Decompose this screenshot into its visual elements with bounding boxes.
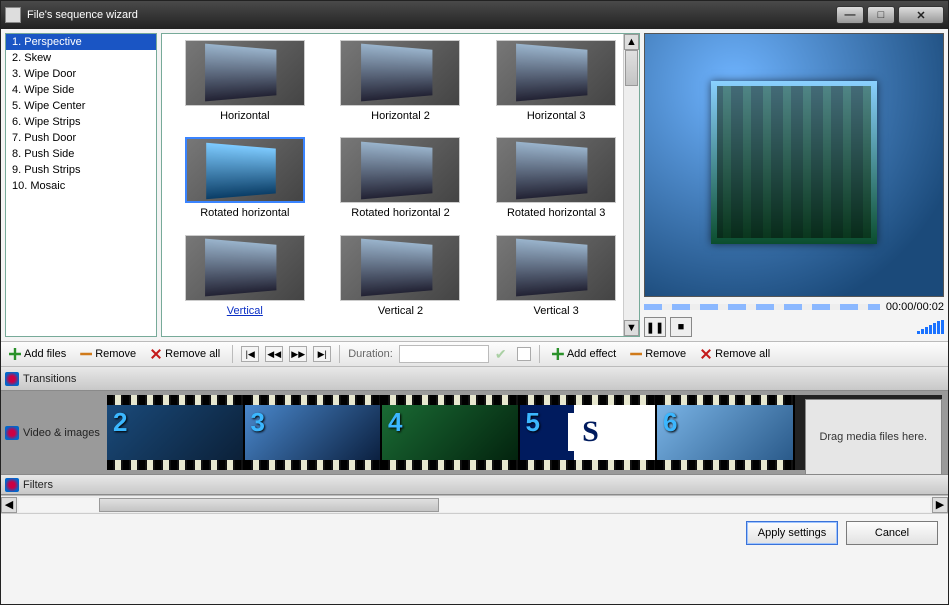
add-effect-button[interactable]: Add effect <box>548 346 620 362</box>
plus-icon <box>552 348 564 360</box>
thumb-horizontal-3[interactable]: Horizontal 3 <box>483 40 629 135</box>
category-item[interactable]: 10. Mosaic <box>6 178 156 194</box>
category-item[interactable]: 7. Push Door <box>6 130 156 146</box>
category-item[interactable]: 8. Push Side <box>6 146 156 162</box>
apply-settings-button[interactable]: Apply settings <box>746 521 838 545</box>
sequence-wizard-window: File's sequence wizard — □ ✕ 1. Perspect… <box>0 0 949 605</box>
category-list[interactable]: 1. Perspective 2. Skew 3. Wipe Door 4. W… <box>5 33 157 337</box>
thumb-scrollbar[interactable]: ▲ ▼ <box>623 34 639 336</box>
titlebar[interactable]: File's sequence wizard — □ ✕ <box>1 1 948 29</box>
minimize-button[interactable]: — <box>836 6 864 24</box>
window-title: File's sequence wizard <box>27 9 833 21</box>
scroll-thumb[interactable] <box>625 50 638 86</box>
clip-4[interactable]: 4 <box>382 395 520 470</box>
scroll-right-icon[interactable]: ▶ <box>932 497 948 513</box>
category-item[interactable]: 5. Wipe Center <box>6 98 156 114</box>
remove-all-button[interactable]: Remove all <box>146 346 224 362</box>
minus-icon <box>630 348 642 360</box>
upper-pane: 1. Perspective 2. Skew 3. Wipe Door 4. W… <box>1 29 948 341</box>
close-button[interactable]: ✕ <box>898 6 944 24</box>
nav-last-button[interactable]: ▶| <box>313 346 331 362</box>
thumb-rotated-horizontal[interactable]: Rotated horizontal <box>172 137 318 232</box>
pause-button[interactable]: ❚❚ <box>644 317 666 337</box>
nav-next-button[interactable]: ▶▶ <box>289 346 307 362</box>
filters-track[interactable]: Filters <box>1 475 948 495</box>
thumb-rotated-horizontal-2[interactable]: Rotated horizontal 2 <box>328 137 474 232</box>
scroll-thumb[interactable] <box>99 498 439 512</box>
clip-3[interactable]: 3 <box>245 395 383 470</box>
remove-all-effects-button[interactable]: Remove all <box>696 346 774 362</box>
volume-indicator[interactable] <box>917 320 944 334</box>
minus-icon <box>80 348 92 360</box>
thumb-vertical-3[interactable]: Vertical 3 <box>483 235 629 330</box>
transitions-track[interactable]: Transitions <box>1 367 948 391</box>
category-item[interactable]: 1. Perspective <box>6 34 156 50</box>
x-icon <box>150 348 162 360</box>
scroll-down-icon[interactable]: ▼ <box>624 320 639 336</box>
time-display: 00:00/00:02 <box>886 301 944 313</box>
app-icon <box>5 7 21 23</box>
category-item[interactable]: 2. Skew <box>6 50 156 66</box>
preview-viewport <box>644 33 944 297</box>
clip-5[interactable]: 5S <box>520 395 658 470</box>
duration-input[interactable] <box>399 345 489 363</box>
plus-icon <box>9 348 21 360</box>
scroll-left-icon[interactable]: ◀ <box>1 497 17 513</box>
files-toolbar: Add files Remove Remove all |◀ ◀◀ ▶▶ ▶| … <box>1 341 948 367</box>
thumb-horizontal-2[interactable]: Horizontal 2 <box>328 40 474 135</box>
duration-option-icon[interactable] <box>517 347 531 361</box>
timeline-scrollbar[interactable]: ◀ ▶ <box>1 495 948 513</box>
stop-button[interactable]: ■ <box>670 317 692 337</box>
clip-2[interactable]: 2 <box>107 395 245 470</box>
add-files-button[interactable]: Add files <box>5 346 70 362</box>
duration-label: Duration: <box>348 348 393 360</box>
category-item[interactable]: 4. Wipe Side <box>6 82 156 98</box>
nav-prev-button[interactable]: ◀◀ <box>265 346 283 362</box>
category-item[interactable]: 6. Wipe Strips <box>6 114 156 130</box>
apply-duration-icon[interactable]: ✔ <box>495 346 511 362</box>
x-icon <box>700 348 712 360</box>
scroll-up-icon[interactable]: ▲ <box>624 34 639 50</box>
filters-icon <box>5 478 19 492</box>
preview-panel: 00:00/00:02 ❚❚ ■ <box>644 33 944 337</box>
video-track[interactable]: Video & images 2 3 4 5S 6 Drag media fil… <box>1 391 948 475</box>
video-icon <box>5 426 19 440</box>
category-item[interactable]: 3. Wipe Door <box>6 66 156 82</box>
thumb-vertical-2[interactable]: Vertical 2 <box>328 235 474 330</box>
thumb-rotated-horizontal-3[interactable]: Rotated horizontal 3 <box>483 137 629 232</box>
cancel-button[interactable]: Cancel <box>846 521 938 545</box>
content: 1. Perspective 2. Skew 3. Wipe Door 4. W… <box>1 29 948 604</box>
drop-zone[interactable]: Drag media files here. <box>805 399 943 475</box>
dialog-footer: Apply settings Cancel <box>1 513 948 551</box>
thumb-vertical[interactable]: Vertical <box>172 235 318 330</box>
seek-bar[interactable] <box>644 304 880 310</box>
timeline: Transitions Video & images 2 3 4 5S 6 Dr… <box>1 367 948 495</box>
remove-effect-button[interactable]: Remove <box>626 346 690 362</box>
thumb-horizontal[interactable]: Horizontal <box>172 40 318 135</box>
clip-6[interactable]: 6 <box>657 395 795 470</box>
category-item[interactable]: 9. Push Strips <box>6 162 156 178</box>
remove-button[interactable]: Remove <box>76 346 140 362</box>
transition-thumbnails: Horizontal Horizontal 2 Horizontal 3 Rot… <box>161 33 640 337</box>
transitions-icon <box>5 372 19 386</box>
nav-first-button[interactable]: |◀ <box>241 346 259 362</box>
maximize-button[interactable]: □ <box>867 6 895 24</box>
